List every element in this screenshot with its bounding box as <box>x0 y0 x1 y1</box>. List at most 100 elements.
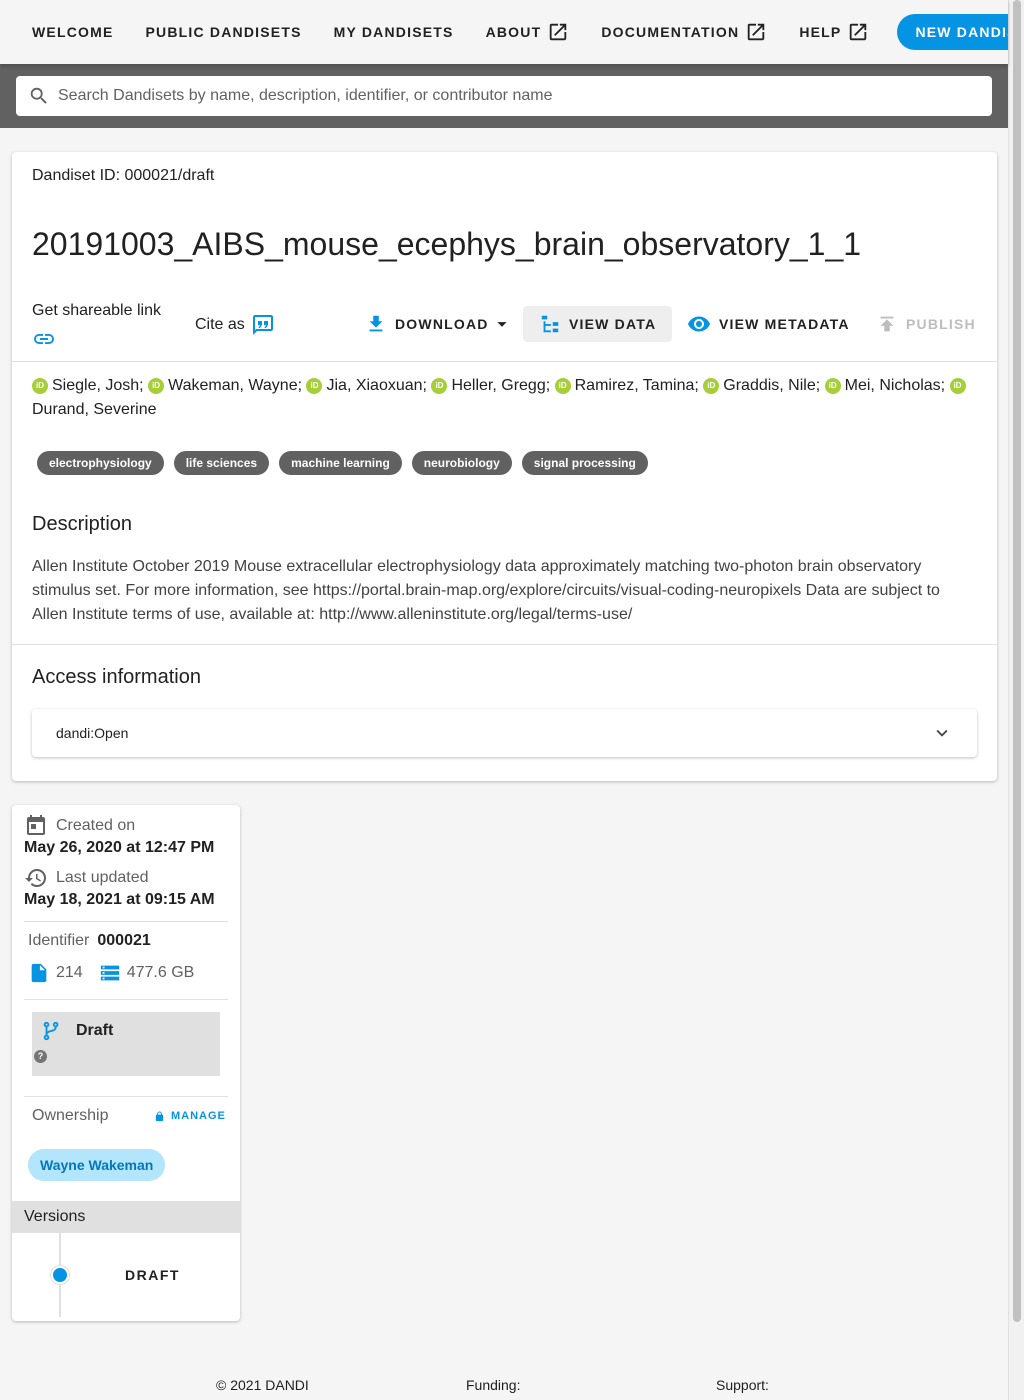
stats-row: 214 477.6 GB <box>28 962 194 984</box>
divider <box>24 921 228 922</box>
nav-help-label: HELP <box>799 24 842 40</box>
divider <box>24 1096 228 1097</box>
nav-welcome[interactable]: WELCOME <box>16 14 130 50</box>
caret-down-icon <box>497 322 507 327</box>
updated-date: May 18, 2021 at 09:15 AM <box>24 891 215 908</box>
view-data-label: VIEW DATA <box>569 316 657 332</box>
author[interactable]: iD Ramirez, Tamina; <box>554 377 699 394</box>
version-dot[interactable] <box>51 1266 69 1284</box>
dandiset-sidebar: Created on May 26, 2020 at 12:47 PM Last… <box>12 805 240 1321</box>
calendar-icon <box>27 815 45 835</box>
help-icon[interactable]: ? <box>34 1050 47 1063</box>
page-title: 20191003_AIBS_mouse_ecephys_brain_observ… <box>32 226 862 262</box>
orcid-icon: iD <box>824 378 841 394</box>
view-metadata-button[interactable]: VIEW METADATA <box>671 306 866 342</box>
download-label: DOWNLOAD <box>395 316 489 332</box>
view-data-button[interactable]: VIEW DATA <box>523 306 673 342</box>
owner-chip[interactable]: Wayne Wakeman <box>28 1149 166 1181</box>
orcid-icon: iD <box>306 378 323 394</box>
download-button[interactable]: DOWNLOAD <box>349 306 529 342</box>
footer-support: Support: <box>716 1377 769 1393</box>
footer-copyright: © 2021 DANDI <box>216 1377 309 1393</box>
file-icon <box>31 963 47 983</box>
keyword-chip: signal processing <box>521 451 648 475</box>
open-in-new-icon <box>748 23 765 41</box>
cite-as[interactable]: Cite as <box>195 313 275 337</box>
link-icon[interactable] <box>32 327 56 351</box>
publish-icon <box>880 316 894 332</box>
shareable-link-label: Get shareable link <box>32 302 161 319</box>
manage-owners-button[interactable]: MANAGE <box>154 1110 226 1122</box>
updated-label: Last updated <box>56 869 149 886</box>
keyword-chip: electrophysiology <box>37 451 164 475</box>
draft-status: Draft ? <box>32 1012 220 1076</box>
nav-documentation-label: DOCUMENTATION <box>601 24 740 40</box>
access-heading: Access information <box>32 666 201 688</box>
author[interactable]: iD Jia, Xiaoxuan; <box>306 377 427 394</box>
storage-icon <box>100 965 119 981</box>
shareable-link[interactable]: Get shareable link <box>32 302 161 344</box>
dandiset-size: 477.6 GB <box>126 964 195 981</box>
versions-heading: Versions <box>12 1201 240 1233</box>
keyword-chip: life sciences <box>173 451 270 475</box>
search-icon <box>30 87 47 104</box>
draft-label: Draft <box>76 1022 114 1039</box>
quote-icon[interactable] <box>251 313 275 337</box>
nav-my-dandisets[interactable]: MY DANDISETS <box>318 14 470 50</box>
identifier-value: 000021 <box>97 932 151 949</box>
orcid-icon: iD <box>554 378 571 394</box>
chevron-down-icon <box>936 729 948 737</box>
orcid-icon: iD <box>703 378 720 394</box>
version-draft[interactable]: DRAFT <box>125 1267 180 1283</box>
author[interactable]: iD Mei, Nicholas; <box>824 377 945 394</box>
description-text: Allen Institute October 2019 Mouse extra… <box>32 558 940 623</box>
open-in-new-icon <box>850 23 867 41</box>
dandiset-id: Dandiset ID: 000021/draft <box>32 167 215 184</box>
publish-button[interactable]: PUBLISH <box>860 306 992 342</box>
nav-about-label: ABOUT <box>485 24 542 40</box>
view-metadata-label: VIEW METADATA <box>719 316 850 332</box>
manage-label: MANAGE <box>171 1110 226 1122</box>
history-icon <box>25 869 46 887</box>
orcid-icon: iD <box>949 378 966 394</box>
divider <box>12 644 997 645</box>
author[interactable]: iD Graddis, Nile; <box>703 377 820 394</box>
author[interactable]: iD Heller, Gregg; <box>431 377 550 394</box>
eye-icon <box>688 316 710 332</box>
search-bar <box>0 64 1008 128</box>
orcid-icon: iD <box>148 378 165 394</box>
nav-public-dandisets[interactable]: PUBLIC DANDISETS <box>130 14 318 50</box>
file-tree-icon <box>541 315 559 333</box>
app-bar: WELCOME PUBLIC DANDISETS MY DANDISETS AB… <box>0 0 1008 64</box>
nav-about[interactable]: ABOUT <box>470 14 586 50</box>
keyword-list: electrophysiology life sciences machine … <box>37 451 658 475</box>
nav-help[interactable]: HELP <box>783 14 885 50</box>
file-count: 214 <box>56 964 83 981</box>
authors-list: iD Siegle, Josh; iD Wakeman, Wayne; iD Jia,… <box>32 374 972 422</box>
updated-row: Last updated <box>24 866 149 890</box>
ownership-row: Ownership <box>32 1107 108 1125</box>
lock-icon <box>155 1110 164 1121</box>
ownership-label: Ownership <box>32 1107 109 1124</box>
search-input[interactable] <box>58 87 958 105</box>
scrollbar[interactable] <box>1008 0 1024 1400</box>
description-heading: Description <box>32 513 133 535</box>
identifier-label: Identifier <box>28 932 90 949</box>
search-box <box>16 76 992 116</box>
nav-documentation[interactable]: DOCUMENTATION <box>585 14 783 50</box>
branch-icon <box>43 1021 59 1041</box>
divider <box>24 999 228 1000</box>
author[interactable]: iD Wakeman, Wayne; <box>148 377 302 394</box>
keyword-chip: machine learning <box>279 451 402 475</box>
author[interactable]: iD Siegle, Josh; <box>32 377 144 394</box>
access-value: dandi:Open <box>56 725 129 741</box>
open-in-new-icon <box>550 23 567 41</box>
scrollbar-thumb[interactable] <box>1013 0 1021 1322</box>
cite-as-label: Cite as <box>195 316 245 333</box>
created-date: May 26, 2020 at 12:47 PM <box>24 839 215 856</box>
identifier-row: Identifier 000021 <box>28 932 151 950</box>
new-dandiset-button[interactable]: NEW DANDISET <box>897 14 1008 50</box>
download-icon <box>369 315 383 332</box>
access-panel[interactable]: dandi:Open <box>32 709 977 757</box>
footer-funding: Funding: <box>466 1377 521 1393</box>
